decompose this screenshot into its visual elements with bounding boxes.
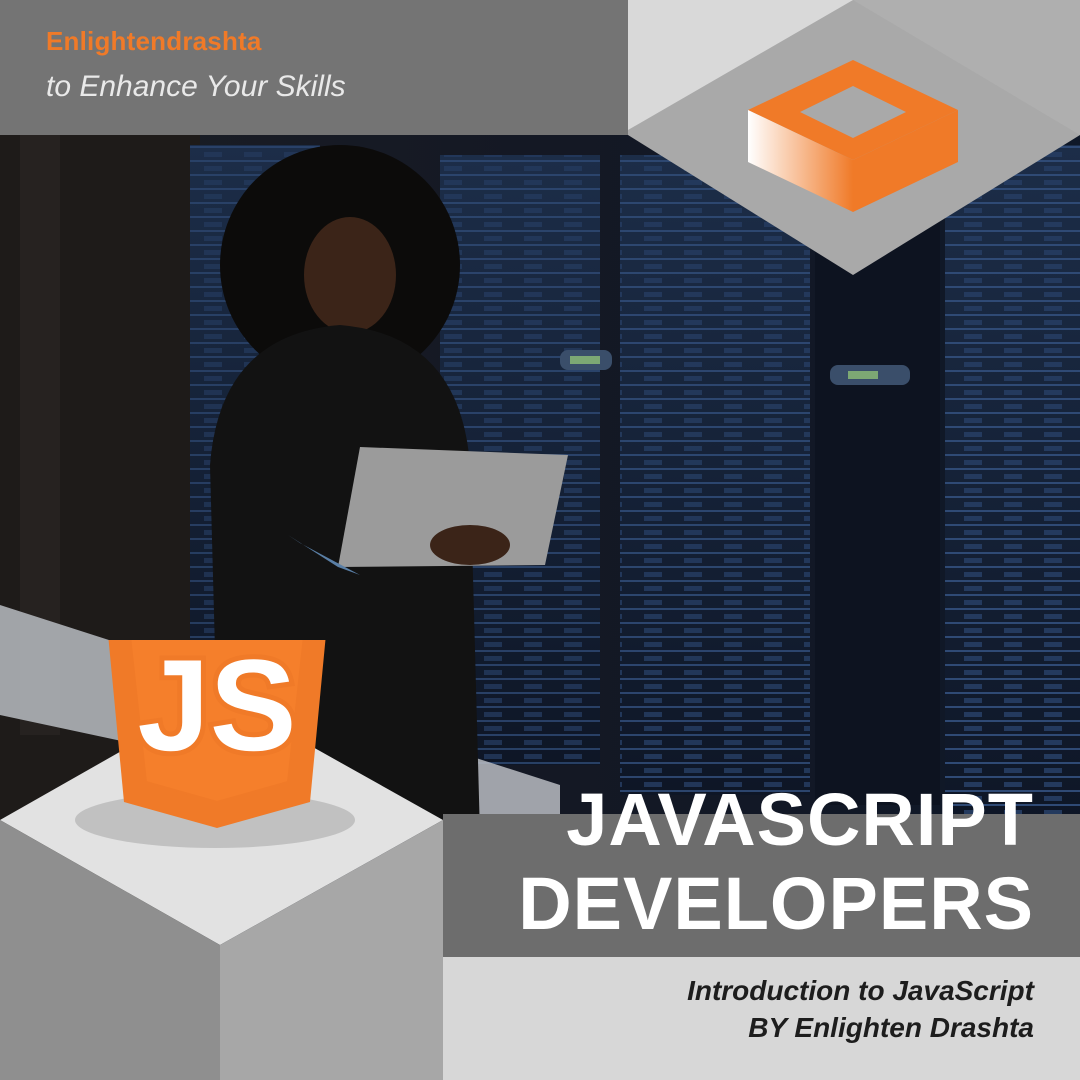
- subtitle-line-1: Introduction to JavaScript: [687, 975, 1034, 1006]
- subtitle-line-2: BY Enlighten Drashta: [748, 1012, 1034, 1043]
- page-subtitle: Introduction to JavaScript BY Enlighten …: [687, 972, 1034, 1046]
- js-cube: JS: [0, 640, 470, 1080]
- javascript-shield-icon: JS: [108, 640, 326, 828]
- page-title: JAVASCRIPT DEVELOPERS: [518, 778, 1034, 946]
- title-line-1: JAVASCRIPT: [566, 778, 1034, 861]
- header-bar: Enlightendrashta to Enhance Your Skills: [0, 0, 1080, 135]
- brand-name: Enlightendrashta: [46, 26, 262, 56]
- promo-poster: Enlightendrashta to Enhance Your Skills: [0, 0, 1080, 1080]
- title-line-2: DEVELOPERS: [518, 862, 1034, 945]
- brand-tagline: to Enhance Your Skills: [46, 70, 346, 103]
- js-badge-text: JS: [137, 640, 296, 778]
